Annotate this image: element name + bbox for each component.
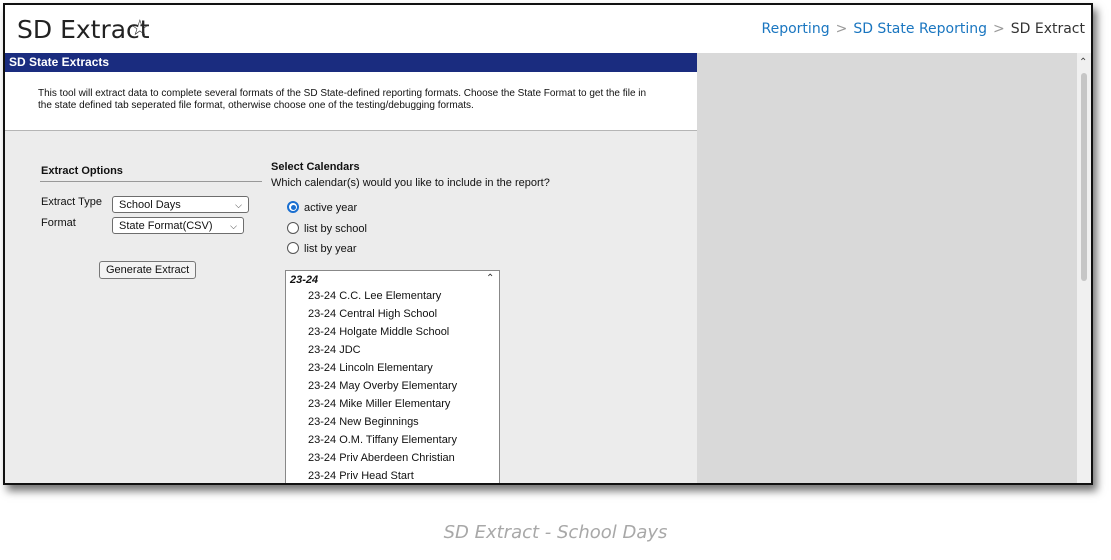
- description-text: This tool will extract data to complete …: [38, 88, 647, 111]
- chevron-up-icon[interactable]: ⌃: [1079, 57, 1087, 68]
- calendar-option[interactable]: 23-24 C.C. Lee Elementary: [308, 290, 441, 302]
- calendar-option[interactable]: 23-24 Priv Head Start: [308, 470, 414, 482]
- calendar-option[interactable]: 23-24 Mike Miller Elementary: [308, 398, 450, 410]
- page-header: SD Extract ☆ Reporting > SD State Reportin…: [5, 5, 1091, 53]
- app-window: SD Extract ☆ Reporting > SD State Reportin…: [3, 3, 1093, 485]
- calendar-option[interactable]: 23-24 Lincoln Elementary: [308, 362, 433, 374]
- radio-label: list by year: [304, 243, 357, 255]
- calendar-question: Which calendar(s) would you like to incl…: [271, 177, 550, 189]
- calendar-option[interactable]: 23-24 May Overby Elementary: [308, 380, 457, 392]
- chevron-down-icon: ⌵: [235, 200, 242, 210]
- chevron-up-icon[interactable]: ⌃: [486, 273, 494, 284]
- scrollbar-thumb[interactable]: [1081, 73, 1087, 281]
- extract-type-select[interactable]: School Days ⌵: [112, 196, 249, 213]
- calendar-option[interactable]: 23-24 Holgate Middle School: [308, 326, 449, 338]
- calendar-listbox[interactable]: 23-24 ⌃ 23-24 C.C. Lee Elementary 23-24 …: [285, 270, 500, 483]
- description-box: This tool will extract data to complete …: [5, 72, 697, 131]
- radio-selected-icon[interactable]: [287, 201, 299, 213]
- section-header: SD State Extracts: [5, 53, 697, 72]
- radio-icon[interactable]: [287, 222, 299, 234]
- extract-type-value: School Days: [119, 199, 181, 211]
- right-pane: [697, 53, 1091, 483]
- format-value: State Format(CSV): [119, 220, 213, 232]
- breadcrumb-current: SD Extract: [1010, 21, 1085, 37]
- extract-options-heading: Extract Options: [41, 165, 123, 177]
- chevron-right-icon: >: [993, 21, 1005, 37]
- calendar-option[interactable]: 23-24 JDC: [308, 344, 361, 356]
- chevron-right-icon: >: [835, 21, 848, 37]
- breadcrumb: Reporting > SD State Reporting > SD Extract: [762, 21, 1085, 37]
- radio-label: active year: [304, 202, 358, 214]
- generate-extract-button[interactable]: Generate Extract: [99, 261, 197, 279]
- extract-panel: SD State Extracts This tool will extract…: [5, 53, 697, 483]
- extract-type-label: Extract Type: [41, 196, 102, 208]
- format-select[interactable]: State Format(CSV) ⌵: [112, 217, 244, 234]
- select-calendars-heading: Select Calendars: [271, 161, 360, 173]
- divider: [40, 181, 262, 182]
- calendar-option[interactable]: 23-24 O.M. Tiffany Elementary: [308, 434, 457, 446]
- breadcrumb-sd-state-reporting[interactable]: SD State Reporting: [853, 21, 987, 37]
- calendar-option[interactable]: 23-24 Priv Aberdeen Christian: [308, 452, 455, 464]
- chevron-down-icon: ⌵: [230, 221, 237, 231]
- calendar-group-label: 23-24: [290, 274, 319, 286]
- breadcrumb-reporting[interactable]: Reporting: [762, 21, 830, 37]
- calendar-option[interactable]: 23-24 New Beginnings: [308, 416, 419, 428]
- calendar-option[interactable]: 23-24 Central High School: [308, 308, 437, 320]
- format-label: Format: [41, 217, 76, 229]
- figure-caption: SD Extract - School Days: [443, 522, 668, 543]
- radio-label: list by school: [304, 223, 367, 235]
- radio-icon[interactable]: [287, 242, 299, 254]
- star-icon[interactable]: ☆: [130, 15, 150, 41]
